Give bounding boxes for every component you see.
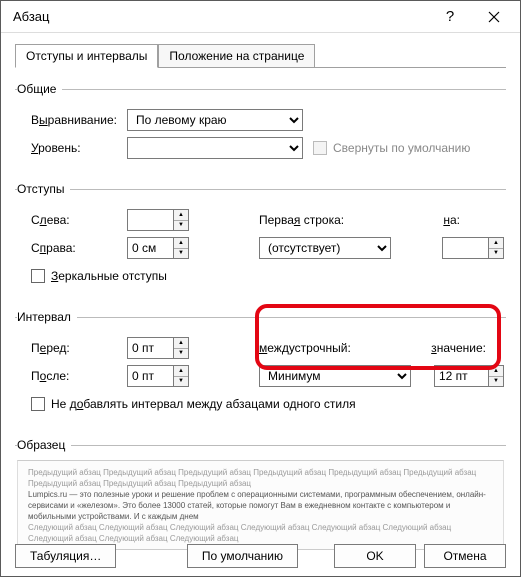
group-preview-title: Образец — [17, 438, 71, 452]
checkbox-icon — [31, 269, 45, 283]
group-indents-title: Отступы — [17, 182, 70, 196]
spin-down-icon[interactable]: ▼ — [489, 249, 503, 259]
spin-up-icon[interactable]: ▲ — [174, 366, 188, 377]
spin-down-icon[interactable]: ▼ — [174, 349, 188, 359]
spacing-at-input[interactable] — [434, 365, 488, 387]
line-spacing-label: междустрочный: — [259, 341, 379, 355]
spin-down-icon[interactable]: ▼ — [489, 377, 503, 387]
line-spacing-select[interactable]: Минимум — [259, 365, 411, 387]
space-after-spinner[interactable]: ▲▼ — [127, 365, 189, 387]
spacing-at-spinner[interactable]: ▲▼ — [434, 365, 504, 387]
checkbox-icon — [313, 141, 327, 155]
tab-indents-spacing[interactable]: Отступы и интервалы — [15, 44, 158, 68]
help-button[interactable]: ? — [428, 2, 472, 32]
close-button[interactable] — [472, 2, 516, 32]
cancel-button[interactable]: Отмена — [424, 544, 506, 568]
spin-up-icon[interactable]: ▲ — [489, 238, 503, 249]
space-before-spinner[interactable]: ▲▼ — [127, 337, 189, 359]
collapse-checkbox: Свернуты по умолчанию — [313, 141, 470, 155]
indent-left-label: Слева: — [17, 213, 127, 227]
checkbox-icon — [31, 397, 45, 411]
spin-up-icon[interactable]: ▲ — [489, 366, 503, 377]
indent-left-spinner[interactable]: ▲▼ — [127, 209, 189, 231]
space-before-label: Перед: — [17, 341, 127, 355]
preview-next-text: Следующий абзац Следующий абзац Следующи… — [28, 522, 493, 544]
spin-down-icon[interactable]: ▼ — [174, 377, 188, 387]
indent-by-label: на: — [443, 213, 460, 227]
group-preview: Образец Предыдущий абзац Предыдущий абза… — [15, 438, 506, 554]
close-icon — [488, 11, 500, 23]
spin-up-icon[interactable]: ▲ — [174, 338, 188, 349]
group-spacing-title: Интервал — [17, 310, 77, 324]
mirror-indents-checkbox[interactable]: Зеркальные отступы — [17, 269, 167, 283]
preview-box: Предыдущий абзац Предыдущий абзац Предыд… — [17, 460, 504, 550]
alignment-select[interactable]: По левому краю — [127, 109, 303, 131]
space-before-input[interactable] — [127, 337, 173, 359]
preview-body-text: Lumpics.ru — это полезные уроки и решени… — [28, 489, 493, 522]
spin-up-icon[interactable]: ▲ — [174, 210, 188, 221]
footer: Табуляция… По умолчанию OK Отмена — [15, 544, 506, 568]
spin-up-icon[interactable]: ▲ — [174, 238, 188, 249]
set-default-button[interactable]: По умолчанию — [187, 544, 298, 568]
tab-page-position[interactable]: Положение на странице — [158, 44, 315, 68]
space-after-label: После: — [17, 369, 127, 383]
first-line-label: Первая строка: — [259, 213, 379, 227]
alignment-label: Выравнивание: — [17, 113, 127, 127]
group-general: Общие Выравнивание: По левому краю Урове… — [15, 82, 506, 168]
level-label: Уровень: — [17, 141, 127, 155]
indent-right-spinner[interactable]: ▲▼ — [127, 237, 189, 259]
indent-left-input[interactable] — [127, 209, 173, 231]
indent-right-label: Справа: — [17, 241, 127, 255]
ok-button[interactable]: OK — [334, 544, 416, 568]
no-space-same-style-checkbox[interactable]: Не добавлять интервал между абзацами одн… — [17, 397, 356, 411]
spin-down-icon[interactable]: ▼ — [174, 221, 188, 231]
spin-down-icon[interactable]: ▼ — [174, 249, 188, 259]
window-title: Абзац — [13, 9, 428, 24]
space-after-input[interactable] — [127, 365, 173, 387]
group-general-title: Общие — [17, 82, 62, 96]
level-select[interactable] — [127, 137, 303, 159]
indent-by-spinner[interactable]: ▲▼ — [442, 237, 504, 259]
first-line-select[interactable]: (отсутствует) — [259, 237, 391, 259]
spacing-at-label: значение: — [431, 341, 486, 355]
indent-by-input[interactable] — [442, 237, 488, 259]
indent-right-input[interactable] — [127, 237, 173, 259]
tabs-button[interactable]: Табуляция… — [15, 544, 116, 568]
group-spacing: Интервал Перед: ▲▼ междустрочный: значен… — [15, 310, 506, 424]
titlebar: Абзац ? — [1, 1, 520, 33]
group-indents: Отступы Слева: ▲▼ Первая строка: на: Спр… — [15, 182, 506, 296]
tab-strip: Отступы и интервалы Положение на страниц… — [15, 43, 506, 68]
preview-prev-text: Предыдущий абзац Предыдущий абзац Предыд… — [28, 467, 493, 489]
